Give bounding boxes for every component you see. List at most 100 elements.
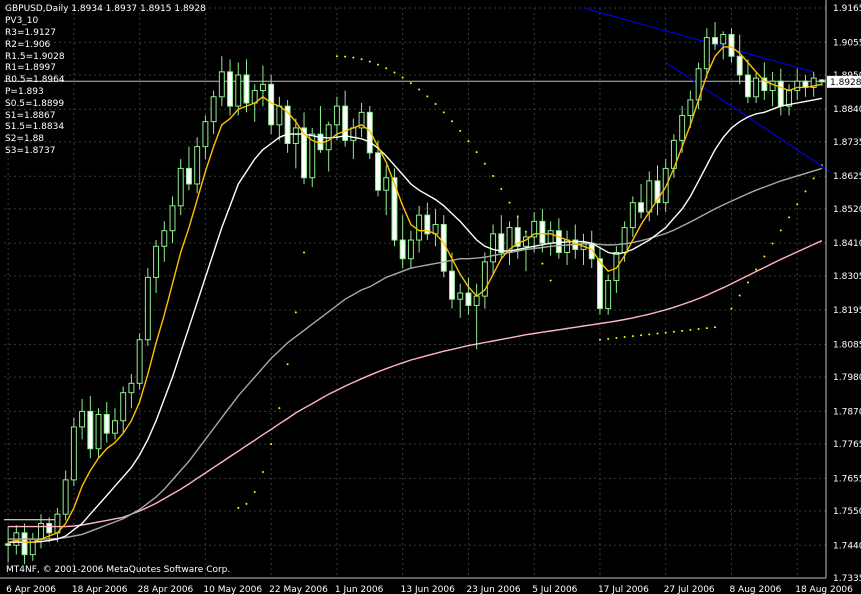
sar-dot xyxy=(714,326,717,329)
sar-dot xyxy=(261,471,264,474)
candle-body xyxy=(128,382,135,394)
candle-body xyxy=(79,410,86,428)
candle-body xyxy=(268,83,275,126)
sar-dot xyxy=(278,407,281,410)
candle-body xyxy=(712,37,718,45)
candle-body xyxy=(46,522,53,534)
sar-dot xyxy=(385,67,388,70)
candle-body xyxy=(112,420,118,434)
candle-body xyxy=(235,74,242,107)
sar-dot xyxy=(598,338,601,341)
sar-dot xyxy=(541,262,544,265)
ma-slow-line xyxy=(8,167,823,540)
candle-body xyxy=(70,426,77,481)
x-tick-label: 8 Aug 2006 xyxy=(729,585,781,594)
candle-body xyxy=(292,127,299,144)
candle-body xyxy=(646,180,653,213)
y-tick-label: 1.8625 xyxy=(833,172,861,182)
candle-body xyxy=(794,80,801,92)
candle-body xyxy=(103,413,110,434)
candle-body xyxy=(777,80,784,107)
candle-body xyxy=(490,233,497,263)
sar-dot xyxy=(508,201,511,204)
sar-dot xyxy=(779,229,782,232)
current-price-label: 1.8928 xyxy=(830,78,861,88)
pivot-label: R3=1.9127 xyxy=(5,28,57,38)
candle-body xyxy=(744,74,751,98)
y-tick-label: 1.8410 xyxy=(833,239,861,249)
candle-body xyxy=(596,258,603,310)
candle-body xyxy=(687,99,694,116)
y-tick-label: 1.7335 xyxy=(833,574,861,584)
candle-body xyxy=(449,270,455,300)
candle-body xyxy=(720,33,727,45)
sar-dot xyxy=(360,58,363,61)
candle-body xyxy=(350,127,357,141)
candle-body xyxy=(210,96,217,123)
chart-canvas: 1.91651.90551.89501.88401.87351.86251.85… xyxy=(0,0,861,594)
candle-body xyxy=(366,111,373,154)
x-tick-label: 22 May 2006 xyxy=(269,585,328,594)
x-tick-label: 17 Jul 2006 xyxy=(598,585,649,594)
candle-body xyxy=(177,167,184,207)
y-tick-label: 1.8840 xyxy=(833,105,861,115)
sar-dot xyxy=(483,162,486,165)
candle-body xyxy=(333,105,340,126)
sar-dot xyxy=(335,55,338,58)
sar-dot xyxy=(393,71,396,74)
candle-body xyxy=(383,177,390,191)
sar-dot xyxy=(459,129,462,132)
x-tick-label: 27 Jul 2006 xyxy=(664,585,715,594)
sar-dot xyxy=(270,443,273,446)
pivot-label: S2=1.88 xyxy=(5,134,45,145)
sar-dot xyxy=(352,56,355,59)
sar-dot xyxy=(303,251,306,254)
sar-dot xyxy=(738,294,741,297)
sar-dot xyxy=(648,333,651,336)
sar-dot xyxy=(788,216,791,219)
candle-body xyxy=(227,71,234,107)
candle-body xyxy=(62,479,69,515)
y-tick-label: 1.8305 xyxy=(833,272,861,282)
candle-body xyxy=(38,522,44,540)
sar-dot xyxy=(607,337,610,340)
sar-dot xyxy=(672,330,675,333)
candle-body xyxy=(407,239,414,260)
x-tick-label: 18 Aug 2006 xyxy=(795,585,853,594)
y-tick-label: 1.8520 xyxy=(833,205,861,215)
sar-dot xyxy=(253,490,256,493)
candle-body xyxy=(605,280,612,310)
candle-body xyxy=(5,543,12,546)
sar-dot xyxy=(442,111,445,114)
sar-dot xyxy=(771,242,774,245)
ma-mid-line xyxy=(8,97,823,543)
moving-averages xyxy=(7,46,823,543)
sar-dot xyxy=(450,120,453,123)
sar-dot xyxy=(705,327,708,330)
candle-body xyxy=(185,167,192,185)
candle-body xyxy=(547,230,554,244)
pivot-label: R1=1.8997 xyxy=(5,63,57,74)
candle-body xyxy=(753,77,760,98)
candle-body xyxy=(638,202,645,213)
y-tick-label: 1.9165 xyxy=(833,4,861,14)
candle-body xyxy=(276,105,283,126)
candle-body xyxy=(161,230,168,247)
candle-body xyxy=(736,55,743,76)
sar-dot xyxy=(492,175,495,178)
y-tick-label: 1.7440 xyxy=(833,541,861,551)
grid xyxy=(4,7,826,579)
x-tick-label: 13 Jun 2006 xyxy=(401,585,455,594)
candle-body xyxy=(95,413,102,450)
sar-dot xyxy=(401,76,404,79)
x-tick-label: 5 Jul 2006 xyxy=(532,585,577,594)
x-tick-label: 1 Jun 2006 xyxy=(335,585,384,594)
y-tick-label: 1.7655 xyxy=(833,474,861,484)
candle-body xyxy=(621,227,628,254)
candle-body xyxy=(169,205,176,232)
candle-body xyxy=(555,230,562,254)
y-tick-label: 1.9055 xyxy=(833,38,861,48)
sar-dot xyxy=(434,103,437,106)
sar-dot xyxy=(549,279,552,282)
candle-body xyxy=(539,220,546,244)
